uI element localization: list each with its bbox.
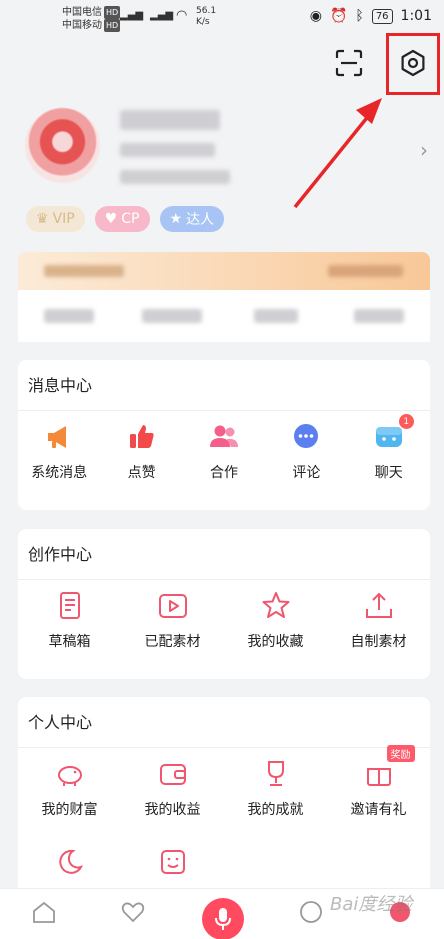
settings-icon[interactable]: [398, 48, 428, 78]
member-banner[interactable]: [18, 252, 430, 290]
creation-center-card: 创作中心 草稿箱 已配素材 我的收藏 自制素材: [18, 529, 430, 679]
reward-tag: 奖励: [386, 745, 415, 762]
personal-center-card: 个人中心 我的财富 我的收益 我的成就 奖励 邀请有礼: [18, 697, 430, 897]
member-link-blurred: [328, 265, 403, 277]
badge-row: ♛ VIP ♥ CP ★ 达人: [26, 206, 225, 232]
alarm-icon: ⏰: [329, 8, 348, 24]
stat-blurred-3[interactable]: [254, 309, 298, 323]
document-icon: [59, 592, 80, 619]
carrier-info: 中国电信 HD 中国移动 HD: [62, 6, 121, 32]
wealth-item[interactable]: 我的财富: [18, 757, 121, 819]
home-icon: [33, 901, 56, 923]
play-icon: [158, 594, 187, 618]
people-icon: [209, 425, 238, 447]
tab-home[interactable]: [0, 889, 89, 939]
like-item[interactable]: 点赞: [100, 420, 182, 482]
cp-badge[interactable]: ♥ CP: [94, 206, 150, 232]
chat-bubble-icon: [294, 424, 319, 448]
moon-icon: [58, 849, 83, 874]
clock: 1:01: [400, 8, 432, 24]
member-text-blurred: [44, 265, 124, 277]
stats-row: [18, 290, 430, 342]
section-title: 创作中心: [28, 545, 93, 564]
mic-button[interactable]: [202, 898, 244, 939]
stat-blurred-1[interactable]: [44, 309, 94, 323]
star-icon: ★: [169, 211, 183, 227]
tab-follow[interactable]: [89, 889, 178, 939]
comment-item[interactable]: 评论: [265, 420, 347, 482]
trophy-icon: [267, 761, 284, 786]
eye-icon: ◉: [309, 8, 322, 24]
drafts-item[interactable]: 草稿箱: [18, 589, 121, 651]
message-center-card: 消息中心 系统消息 点赞 合作 评论 1 聊天: [18, 360, 430, 510]
wallet-icon: [159, 764, 186, 785]
battery-indicator: 76: [371, 8, 393, 24]
favorites-item[interactable]: 我的收藏: [224, 589, 327, 651]
gift-icon: [366, 768, 391, 786]
signal-icon-2: ▂▄▆: [150, 10, 174, 21]
net-speed: 56.1 K/s: [196, 6, 217, 27]
annotation-arrow: [293, 98, 382, 209]
cooperation-item[interactable]: 合作: [183, 420, 265, 482]
unread-badge: 1: [398, 414, 414, 429]
chat-outline-icon: [299, 901, 322, 923]
face-icon: [160, 850, 185, 874]
star-outline-icon: [262, 592, 289, 618]
talent-badge[interactable]: ★ 达人: [159, 206, 225, 232]
piggy-bank-icon: [57, 766, 82, 786]
vip-badge[interactable]: ♛ VIP: [26, 206, 85, 232]
chevron-right-icon[interactable]: ›: [420, 138, 428, 162]
username-blurred: [120, 110, 220, 130]
microphone-icon: [215, 908, 231, 930]
face-item[interactable]: [121, 845, 224, 879]
user-meta-blurred: [120, 143, 215, 157]
wifi-icon: ◠: [176, 8, 188, 23]
stat-blurred-4[interactable]: [354, 309, 404, 323]
heart-outline-icon: [122, 902, 145, 923]
section-title: 个人中心: [28, 713, 93, 732]
signal-icon: ▂▄▆: [120, 10, 144, 21]
chat-item[interactable]: 1 聊天: [348, 414, 430, 482]
night-mode-item[interactable]: [18, 845, 121, 879]
divider: [18, 579, 430, 580]
bluetooth-icon: ᛒ: [355, 8, 364, 24]
divider: [18, 410, 430, 411]
matched-material-item[interactable]: 已配素材: [121, 589, 224, 651]
divider: [18, 747, 430, 748]
invite-item[interactable]: 奖励 邀请有礼: [327, 745, 430, 819]
income-item[interactable]: 我的收益: [121, 757, 224, 819]
heart-icon: ♥: [104, 211, 118, 227]
scan-icon[interactable]: [334, 48, 364, 78]
upload-icon: [365, 592, 392, 618]
avatar[interactable]: [25, 108, 100, 183]
custom-material-item[interactable]: 自制素材: [327, 589, 430, 651]
system-message-item[interactable]: 系统消息: [18, 420, 100, 482]
user-id-blurred: [120, 170, 230, 184]
status-bar: 中国电信 HD 中国移动 HD ▂▄▆ ▂▄▆ ◠ 56.1 K/s ◉ ⏰ ᛒ 7…: [0, 0, 444, 40]
thumbs-up-icon: [129, 425, 154, 448]
watermark: Bai度经验: [330, 894, 413, 915]
megaphone-icon: [48, 426, 67, 448]
crown-icon: ♛: [36, 211, 49, 227]
section-title: 消息中心: [28, 376, 93, 395]
stat-blurred-2[interactable]: [142, 309, 202, 323]
achievement-item[interactable]: 我的成就: [224, 757, 327, 819]
